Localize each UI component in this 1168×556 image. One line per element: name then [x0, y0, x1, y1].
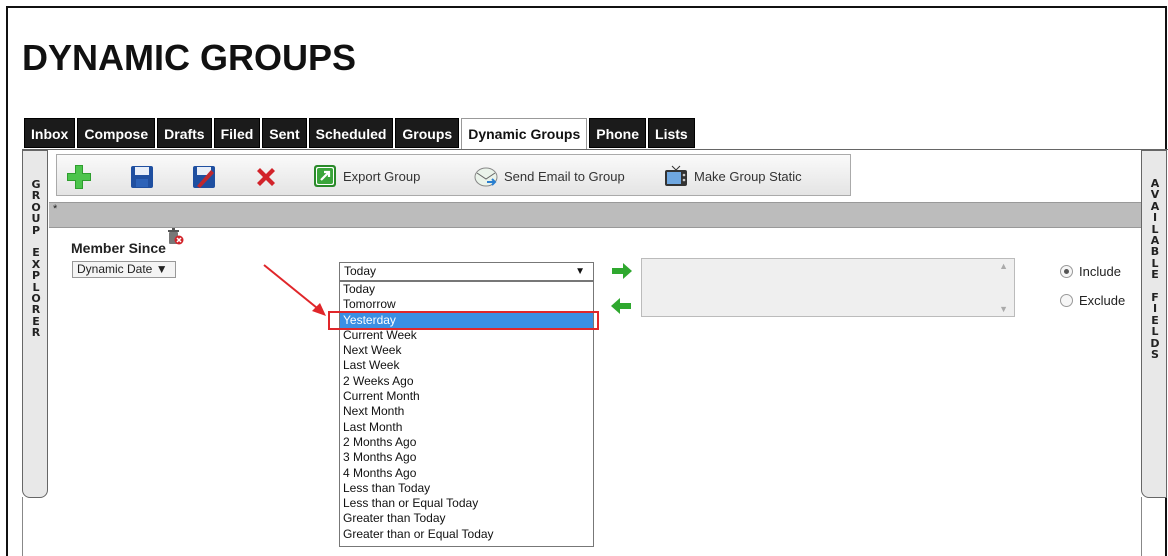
- tab-scheduled[interactable]: Scheduled: [308, 118, 394, 148]
- group-header-bar: [49, 202, 1141, 228]
- available-fields-label: AVAILABLE FIELDS: [1150, 177, 1160, 362]
- tab-dynamic-groups[interactable]: Dynamic Groups: [461, 118, 588, 150]
- tab-inbox[interactable]: Inbox: [24, 118, 76, 148]
- field-type-select[interactable]: Dynamic Date ▼: [72, 261, 176, 278]
- include-label: Include: [1079, 264, 1121, 279]
- tab-bar: Inbox Compose Drafts Filed Sent Schedule…: [24, 118, 695, 150]
- scroll-down-icon[interactable]: ▼: [999, 304, 1008, 314]
- tab-filed[interactable]: Filed: [213, 118, 261, 148]
- email-send-icon: [474, 167, 498, 187]
- page-title: DYNAMIC GROUPS: [22, 37, 357, 78]
- delete-x-icon[interactable]: [253, 164, 279, 190]
- group-explorer-label: GROUP EXPLORER: [31, 178, 41, 340]
- date-option[interactable]: Next Week: [340, 343, 593, 358]
- annotation-arrow-icon: [263, 264, 326, 316]
- date-option[interactable]: Next Month: [340, 404, 593, 419]
- date-option[interactable]: Less than or Equal Today: [340, 496, 593, 511]
- tab-lists[interactable]: Lists: [648, 118, 695, 148]
- date-option[interactable]: 2 Weeks Ago: [340, 374, 593, 389]
- group-explorer-panel-toggle[interactable]: GROUP EXPLORER: [22, 150, 48, 498]
- date-option[interactable]: Current Week: [340, 328, 593, 343]
- field-label: Member Since: [71, 240, 166, 256]
- annotation-highlight-box: [328, 311, 599, 330]
- remove-field-icon[interactable]: [166, 228, 184, 246]
- date-option[interactable]: Current Month: [340, 389, 593, 404]
- send-email-to-group-button[interactable]: Send Email to Group: [474, 163, 625, 189]
- tab-drafts[interactable]: Drafts: [157, 118, 212, 148]
- date-option[interactable]: 4 Months Ago: [340, 466, 593, 481]
- tab-phone[interactable]: Phone: [589, 118, 647, 148]
- include-radio[interactable]: [1060, 265, 1073, 278]
- toolbar: Export Group Send Email to Group Make Gr…: [56, 154, 851, 196]
- edit-icon[interactable]: [191, 164, 217, 190]
- date-option[interactable]: 3 Months Ago: [340, 450, 593, 465]
- date-option[interactable]: Last Month: [340, 420, 593, 435]
- export-icon: [314, 165, 336, 187]
- date-option[interactable]: Greater than Today: [340, 511, 593, 526]
- chevron-down-icon: ▼: [575, 266, 585, 277]
- include-option[interactable]: Include: [1060, 264, 1121, 279]
- date-option[interactable]: Less than Today: [340, 481, 593, 496]
- divider: [1141, 497, 1142, 556]
- tab-compose[interactable]: Compose: [77, 118, 156, 148]
- make-group-static-button[interactable]: Make Group Static: [664, 163, 802, 189]
- plus-icon[interactable]: [66, 164, 92, 190]
- floppy-icon[interactable]: [129, 164, 155, 190]
- export-group-label: Export Group: [343, 168, 421, 184]
- exclude-option[interactable]: Exclude: [1060, 293, 1125, 308]
- tab-sent[interactable]: Sent: [262, 118, 307, 148]
- send-email-label: Send Email to Group: [504, 168, 625, 184]
- arrow-right-icon[interactable]: [611, 263, 633, 279]
- selected-values-box[interactable]: ▲ ▼: [641, 258, 1015, 317]
- tab-groups[interactable]: Groups: [395, 118, 460, 148]
- tv-icon: [665, 165, 687, 186]
- exclude-radio[interactable]: [1060, 294, 1073, 307]
- required-marker: *: [53, 203, 58, 215]
- exclude-label: Exclude: [1079, 293, 1126, 308]
- scroll-up-icon[interactable]: ▲: [999, 261, 1008, 271]
- make-static-label: Make Group Static: [694, 168, 802, 184]
- arrow-left-icon[interactable]: [610, 298, 632, 314]
- export-group-button[interactable]: Export Group: [313, 163, 420, 189]
- date-option[interactable]: Last Week: [340, 358, 593, 373]
- date-select-value: Today: [344, 264, 377, 278]
- date-option[interactable]: Greater than or Equal Today: [340, 527, 593, 542]
- date-option[interactable]: 2 Months Ago: [340, 435, 593, 450]
- date-select[interactable]: Today ▼: [339, 262, 594, 281]
- available-fields-panel-toggle[interactable]: AVAILABLE FIELDS: [1141, 150, 1167, 498]
- date-option[interactable]: Today: [340, 282, 593, 297]
- divider: [22, 497, 23, 556]
